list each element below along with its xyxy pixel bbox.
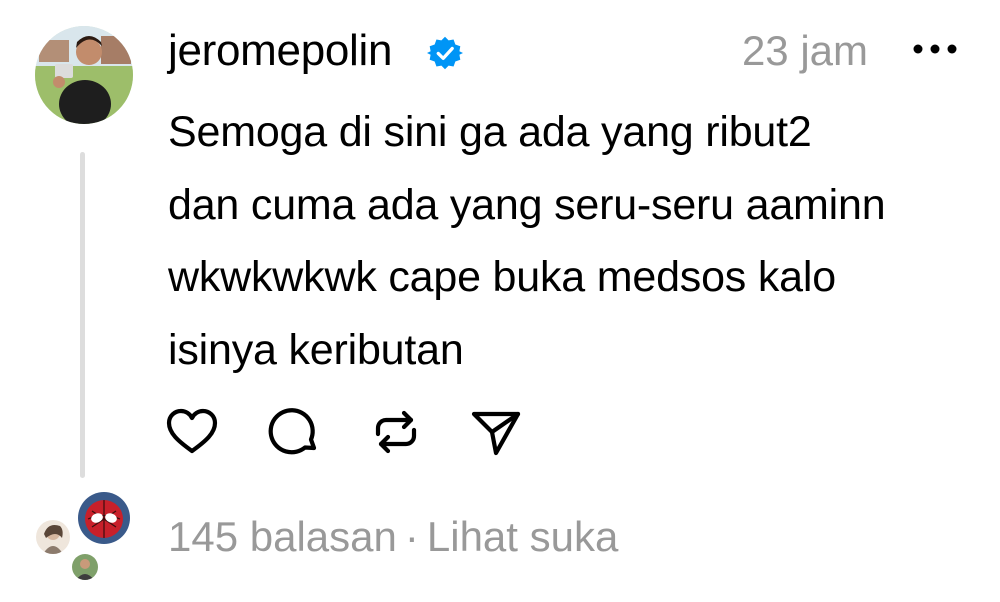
post-timestamp: 23 jam <box>741 27 868 74</box>
comment-icon[interactable] <box>267 404 323 460</box>
author-avatar[interactable] <box>35 26 133 124</box>
verified-badge-icon <box>427 36 463 70</box>
repost-icon[interactable] <box>368 404 424 460</box>
meta-separator: · <box>404 513 419 560</box>
send-icon[interactable] <box>468 404 524 460</box>
replier-avatar <box>72 554 98 580</box>
username[interactable]: jeromepolin <box>168 24 392 78</box>
thread-line <box>80 152 85 478</box>
post-meta: 145 balasan · Lihat suka <box>168 510 618 564</box>
replies-count-link[interactable]: 145 balasan <box>168 513 397 560</box>
post-text: Semoga di sini ga ada yang ribut2 dan cu… <box>168 108 886 374</box>
view-likes-link[interactable]: Lihat suka <box>427 513 618 560</box>
more-options-icon[interactable] <box>910 42 960 56</box>
replier-avatar <box>78 492 130 544</box>
replier-avatar <box>36 520 70 554</box>
heart-icon[interactable] <box>164 404 220 460</box>
